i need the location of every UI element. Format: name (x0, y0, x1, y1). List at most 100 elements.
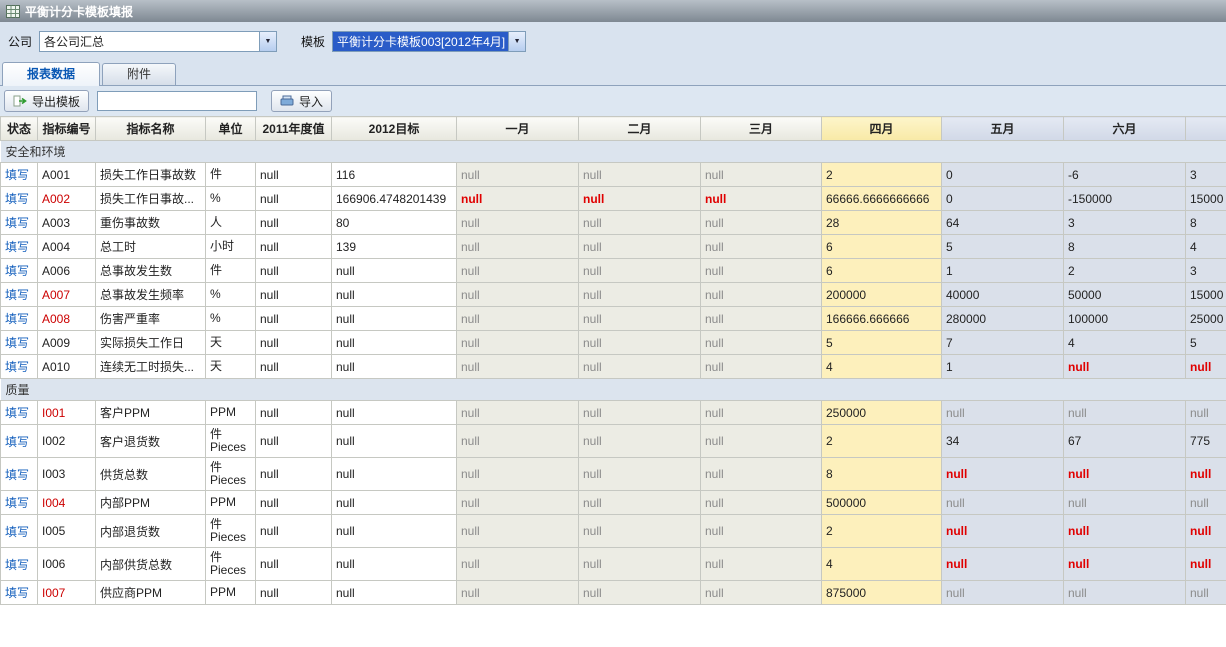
status-cell: 填写 (1, 548, 38, 581)
month-cell: null (701, 307, 822, 331)
month-cell: 4 (1064, 331, 1186, 355)
month-cell: 5 (1186, 331, 1226, 355)
month-cell: null (1186, 548, 1226, 581)
indicator-name: 内部退货数 (96, 515, 206, 548)
value-2011-cell: null (256, 425, 332, 458)
column-header: 五月 (942, 117, 1064, 141)
export-template-button[interactable]: 导出模板 (4, 90, 89, 112)
month-cell: null (457, 235, 579, 259)
fill-link[interactable]: 填写 (5, 264, 29, 278)
month-cell: 1 (942, 259, 1064, 283)
unit-cell: 件 Pieces (206, 548, 256, 581)
month-cell: 3 (1064, 211, 1186, 235)
value-2011-cell: null (256, 458, 332, 491)
fill-link[interactable]: 填写 (5, 312, 29, 326)
month-cell: 250000 (822, 401, 942, 425)
unit-cell: 天 (206, 331, 256, 355)
indicator-name: 供货总数 (96, 458, 206, 491)
unit-cell: 件 Pieces (206, 515, 256, 548)
month-cell: 775 (1186, 425, 1226, 458)
fill-link[interactable]: 填写 (5, 586, 29, 600)
scorecard-table: 状态指标编号指标名称单位2011年度值2012目标一月二月三月四月五月六月 安全… (0, 116, 1226, 605)
table-row: 填写A006总事故发生数件nullnullnullnullnull6123 (1, 259, 1226, 283)
value-2011-cell: null (256, 401, 332, 425)
month-cell: null (942, 458, 1064, 491)
chevron-down-icon[interactable]: ▼ (259, 32, 276, 51)
target-2012-cell: 139 (332, 235, 457, 259)
company-select[interactable]: 各公司汇总 ▼ (39, 31, 277, 52)
table-row: 填写A004总工时小时null139nullnullnull6584 (1, 235, 1226, 259)
indicator-name: 客户退货数 (96, 425, 206, 458)
status-cell: 填写 (1, 163, 38, 187)
fill-link[interactable]: 填写 (5, 288, 29, 302)
fill-link[interactable]: 填写 (5, 240, 29, 254)
export-icon (13, 95, 28, 107)
month-cell: null (579, 548, 701, 581)
month-cell: null (457, 581, 579, 605)
tab-report-data[interactable]: 报表数据 (2, 62, 100, 86)
month-cell: null (579, 515, 701, 548)
fill-link[interactable]: 填写 (5, 496, 29, 510)
month-cell: 50000 (1064, 283, 1186, 307)
indicator-code: I003 (38, 458, 96, 491)
column-header: 六月 (1064, 117, 1186, 141)
month-cell: null (457, 259, 579, 283)
tab-attachments[interactable]: 附件 (102, 63, 176, 85)
month-cell: null (1186, 581, 1226, 605)
month-cell: null (701, 211, 822, 235)
value-2011-cell: null (256, 187, 332, 211)
indicator-code: I007 (38, 581, 96, 605)
month-cell: null (579, 235, 701, 259)
fill-link[interactable]: 填写 (5, 435, 29, 449)
page-title: 平衡计分卡模板填报 (25, 3, 133, 20)
column-header: 四月 (822, 117, 942, 141)
indicator-code: A008 (38, 307, 96, 331)
column-header: 2012目标 (332, 117, 457, 141)
target-2012-cell: null (332, 515, 457, 548)
status-cell: 填写 (1, 425, 38, 458)
status-cell: 填写 (1, 331, 38, 355)
month-cell: null (579, 307, 701, 331)
month-cell: null (1064, 581, 1186, 605)
month-cell: null (701, 331, 822, 355)
title-bar: 平衡计分卡模板填报 (0, 0, 1226, 22)
unit-cell: 件 (206, 163, 256, 187)
fill-link[interactable]: 填写 (5, 360, 29, 374)
fill-link[interactable]: 填写 (5, 558, 29, 572)
month-cell: null (457, 187, 579, 211)
fill-link[interactable]: 填写 (5, 468, 29, 482)
month-cell: null (579, 259, 701, 283)
indicator-code: A006 (38, 259, 96, 283)
header-row: 状态指标编号指标名称单位2011年度值2012目标一月二月三月四月五月六月 (1, 117, 1226, 141)
column-header: 一月 (457, 117, 579, 141)
fill-link[interactable]: 填写 (5, 525, 29, 539)
target-2012-cell: null (332, 401, 457, 425)
month-cell: null (579, 355, 701, 379)
month-cell: 66666.6666666666 (822, 187, 942, 211)
column-header: 2011年度值 (256, 117, 332, 141)
value-2011-cell: null (256, 283, 332, 307)
indicator-code: I005 (38, 515, 96, 548)
fill-link[interactable]: 填写 (5, 192, 29, 206)
month-cell: null (1064, 548, 1186, 581)
fill-link[interactable]: 填写 (5, 168, 29, 182)
chevron-down-icon[interactable]: ▼ (508, 32, 525, 51)
status-cell: 填写 (1, 491, 38, 515)
month-cell: null (579, 458, 701, 491)
unit-cell: 人 (206, 211, 256, 235)
target-2012-cell: null (332, 331, 457, 355)
fill-link[interactable]: 填写 (5, 406, 29, 420)
import-file-input[interactable] (97, 91, 257, 111)
fill-link[interactable]: 填写 (5, 336, 29, 350)
month-cell: null (1064, 458, 1186, 491)
fill-link[interactable]: 填写 (5, 216, 29, 230)
value-2011-cell: null (256, 581, 332, 605)
status-cell: 填写 (1, 259, 38, 283)
section-title: 安全和环境 (1, 141, 1226, 163)
indicator-name: 损失工作日事故... (96, 187, 206, 211)
import-button[interactable]: 导入 (271, 90, 332, 112)
target-2012-cell: null (332, 548, 457, 581)
tab-bar: 报表数据 附件 (0, 61, 1226, 86)
template-select[interactable]: 平衡计分卡模板003[2012年4月] ▼ (332, 31, 526, 52)
month-cell: 2 (822, 515, 942, 548)
